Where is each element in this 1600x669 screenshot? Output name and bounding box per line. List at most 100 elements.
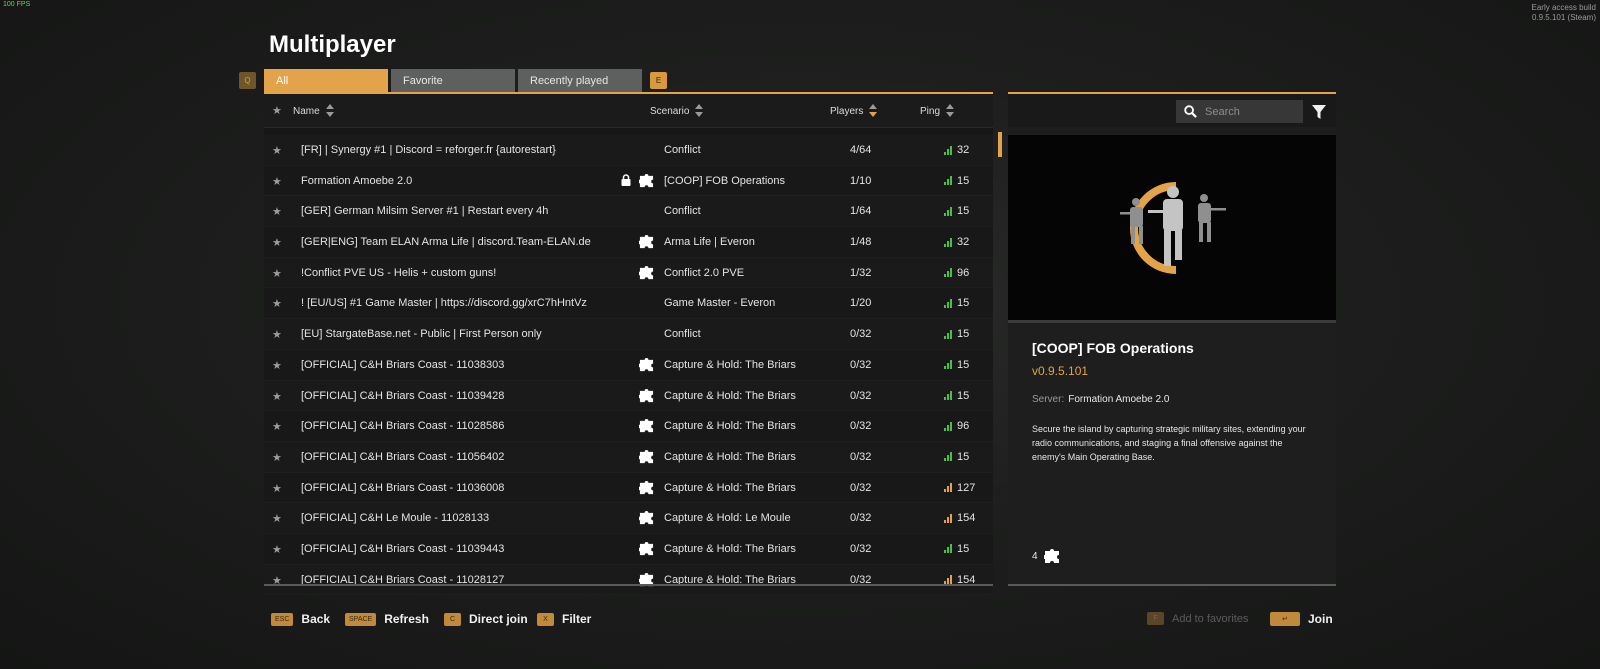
filter-icon[interactable]: [1311, 104, 1327, 120]
page-title: Multiplayer: [269, 31, 396, 58]
server-name: [OFFICIAL] C&H Briars Coast - 11028586: [301, 420, 505, 433]
server-players: 0/32: [850, 450, 872, 463]
server-info: Server: Formation Amoebe 2.0: [1032, 394, 1169, 405]
tab-prev-key[interactable]: Q: [239, 72, 256, 89]
server-row[interactable]: ★ [OFFICIAL] C&H Briars Coast - 11039443 C…: [264, 533, 993, 565]
tab-favorite[interactable]: Favorite: [391, 69, 515, 93]
filter-key: X: [537, 612, 554, 626]
server-row[interactable]: ★ Formation Amoebe 2.0 [COOP] FOB Operatio…: [264, 165, 993, 197]
puzzle-icon: [638, 357, 654, 372]
panel-bottom-border: [1008, 584, 1336, 586]
server-name: [EU] StargateBase.net - Public | First P…: [301, 328, 542, 341]
filter-label: Filter: [562, 612, 592, 626]
favorite-star-icon[interactable]: ★: [272, 451, 282, 464]
column-players[interactable]: Players: [830, 104, 878, 118]
server-ping-value: 96: [957, 420, 970, 433]
server-row[interactable]: ★ [FR] | Synergy #1 | Discord = reforger.…: [264, 135, 993, 166]
tab-recently-played[interactable]: Recently played: [518, 69, 642, 93]
server-name: [FR] | Synergy #1 | Discord = reforger.f…: [301, 144, 556, 156]
search-icon: [1184, 105, 1197, 118]
favorite-star-icon[interactable]: ★: [272, 297, 282, 310]
server-ping: 154: [944, 512, 975, 524]
sort-active-icon: [869, 104, 878, 118]
favorite-star-icon[interactable]: ★: [272, 267, 282, 280]
server-scenario: Arma Life | Everon: [664, 236, 755, 249]
join-key: ↵: [1270, 612, 1300, 626]
server-row[interactable]: ★ [OFFICIAL] C&H Briars Coast - 11028586 C…: [264, 411, 993, 442]
server-ping-value: 32: [957, 144, 970, 156]
search-input[interactable]: Search: [1176, 100, 1303, 123]
server-row[interactable]: ★ ! [EU/US] #1 Game Master | https://disc…: [264, 288, 993, 320]
server-ping-value: 96: [957, 266, 970, 279]
favorite-star-icon[interactable]: ★: [272, 175, 282, 188]
server-row[interactable]: ★ [EU] StargateBase.net - Public | First …: [264, 319, 993, 350]
server-ping-value: 15: [957, 542, 970, 555]
scenario-title: [COOP] FOB Operations: [1032, 340, 1194, 356]
tab-next-key[interactable]: E: [650, 72, 667, 89]
server-row[interactable]: ★ !Conflict PVE US - Helis + custom guns!…: [264, 257, 993, 289]
back-button[interactable]: ESC Back: [271, 612, 330, 626]
refresh-button[interactable]: SPACE Refresh: [345, 612, 429, 626]
scenario-version: v0.9.5.101: [1032, 364, 1089, 378]
refresh-label: Refresh: [384, 612, 429, 626]
filter-button[interactable]: X Filter: [537, 612, 591, 626]
server-ping: 32: [944, 144, 969, 156]
server-players: 0/32: [850, 420, 872, 433]
server-label: Server:: [1032, 394, 1065, 405]
join-button[interactable]: ↵ Join: [1270, 612, 1333, 626]
signal-icon: [944, 206, 952, 216]
server-scenario: Conflict: [664, 205, 701, 218]
sort-icon: [946, 104, 955, 118]
server-row[interactable]: ★ [OFFICIAL] C&H Briars Coast - 11056402 C…: [264, 441, 993, 473]
server-row[interactable]: ★ [OFFICIAL] C&H Briars Coast - 11028127 C…: [264, 564, 993, 596]
server-row[interactable]: ★ [OFFICIAL] C&H Le Moule - 11028133 Captu…: [264, 503, 993, 534]
favorite-star-icon[interactable]: ★: [272, 359, 282, 372]
favorite-star-icon[interactable]: ★: [272, 390, 282, 403]
server-scenario: Game Master - Everon: [664, 297, 776, 310]
favorite-star-icon[interactable]: ★: [272, 144, 282, 157]
server-row[interactable]: ★ [OFFICIAL] C&H Briars Coast - 11038303 C…: [264, 349, 993, 381]
server-name: ! [EU/US] #1 Game Master | https://disco…: [301, 297, 587, 310]
server-scenario: Conflict: [664, 328, 701, 341]
favorite-star-icon[interactable]: ★: [272, 543, 282, 556]
signal-icon: [944, 575, 952, 585]
server-row[interactable]: ★ [GER|ENG] Team ELAN Arma Life | discord…: [264, 227, 993, 258]
column-name[interactable]: Name: [293, 104, 334, 118]
favorite-column-star-icon[interactable]: ★: [272, 104, 282, 117]
favorite-star-icon[interactable]: ★: [272, 328, 282, 341]
favorite-star-icon[interactable]: ★: [272, 482, 282, 495]
favorite-star-icon[interactable]: ★: [272, 420, 282, 433]
column-scenario[interactable]: Scenario: [650, 104, 704, 118]
puzzle-icon: [638, 234, 654, 249]
server-ping: 96: [944, 267, 969, 279]
signal-icon: [944, 513, 952, 523]
add-to-favorites-button[interactable]: F Add to favorites: [1147, 612, 1248, 625]
server-row[interactable]: ★ [OFFICIAL] C&H Briars Coast - 11036008 C…: [264, 472, 993, 504]
puzzle-icon: [1043, 549, 1059, 563]
favorite-star-icon[interactable]: ★: [272, 512, 282, 525]
server-ping-value: 15: [957, 450, 970, 463]
server-players: 1/64: [850, 205, 872, 218]
column-ping[interactable]: Ping: [920, 104, 955, 118]
column-scenario-label: Scenario: [650, 105, 690, 117]
direct-join-button[interactable]: C Direct join: [444, 612, 528, 626]
server-row[interactable]: ★ [GER] German Milsim Server #1 | Restart…: [264, 196, 993, 228]
tab-all[interactable]: All: [264, 69, 388, 93]
refresh-key: SPACE: [345, 612, 377, 626]
scrollbar-thumb[interactable]: [998, 132, 1002, 157]
favorite-star-icon[interactable]: ★: [272, 236, 282, 249]
server-row[interactable]: ★ [OFFICIAL] C&H Briars Coast - 11039428 C…: [264, 380, 993, 412]
build-line-2: 0.9.5.101 (Steam): [1531, 13, 1596, 22]
server-ping-value: 127: [957, 481, 976, 494]
sort-icon: [695, 104, 704, 118]
puzzle-icon: [638, 265, 654, 280]
signal-icon: [944, 329, 952, 339]
favorite-star-icon[interactable]: ★: [272, 205, 282, 218]
lock-icon: [621, 173, 631, 186]
signal-icon: [944, 483, 952, 493]
server-players: 0/32: [850, 328, 872, 341]
direct-join-key: C: [444, 612, 461, 626]
server-name: [OFFICIAL] C&H Briars Coast - 11039443: [301, 542, 505, 555]
server-players: 4/64: [850, 144, 872, 156]
favorites-label: Add to favorites: [1172, 612, 1249, 625]
